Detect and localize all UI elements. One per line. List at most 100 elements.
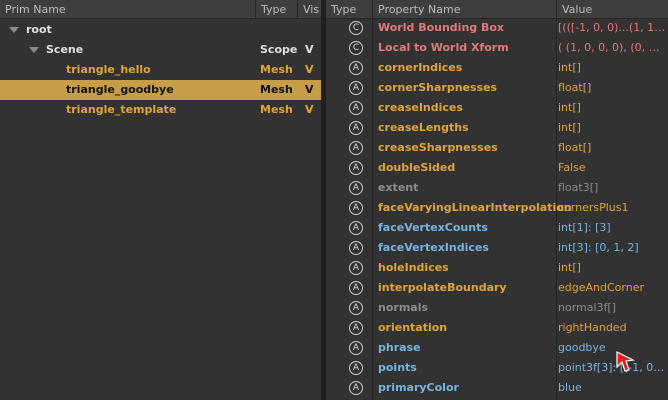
prim-tree-panel: Prim Name Type Vis root Scene Scope Vtriang…	[0, 0, 321, 400]
property-value-header[interactable]: Value	[556, 0, 668, 19]
property-name: Local to World Xform	[378, 41, 509, 54]
attribute-property-icon: A	[349, 161, 363, 175]
property-type-header[interactable]: Type	[326, 0, 372, 19]
prim-row-root[interactable]: root	[0, 20, 321, 40]
property-panel: Type Property Name Value C World Bounding…	[326, 0, 668, 400]
property-row-creasesharpnesses[interactable]: AcreaseSharpnesses float[]	[326, 138, 668, 158]
expand-arrow-icon[interactable]	[9, 27, 19, 33]
property-name: interpolateBoundary	[378, 281, 507, 294]
prim-name-header[interactable]: Prim Name	[0, 0, 255, 19]
attribute-property-icon: A	[349, 221, 363, 235]
prim-name: root	[26, 23, 52, 36]
prim-row-triangle-goodbye[interactable]: triangle_goodbye Mesh V	[0, 80, 321, 100]
property-name: faceVertexCounts	[378, 221, 488, 234]
prim-vis-toggle[interactable]: V	[305, 80, 314, 100]
prim-name: Scene	[46, 43, 84, 56]
prim-vis-toggle[interactable]: V	[305, 40, 314, 60]
property-value: float3[]	[558, 181, 599, 194]
attribute-property-icon: A	[349, 121, 363, 135]
attribute-property-icon: A	[349, 101, 363, 115]
prim-row-triangle-template[interactable]: triangle_template Mesh V	[0, 100, 321, 120]
prim-name: triangle_goodbye	[66, 83, 174, 96]
prim-vis-header[interactable]: Vis	[297, 0, 321, 19]
property-name: creaseIndices	[378, 101, 463, 114]
property-value: cornersPlus1	[558, 201, 629, 214]
property-value: False	[558, 161, 586, 174]
attribute-property-icon: A	[349, 321, 363, 335]
prim-type: Mesh	[260, 63, 293, 76]
computed-property-icon: C	[349, 41, 363, 55]
attribute-property-icon: A	[349, 61, 363, 75]
property-row-interpolateboundary[interactable]: AinterpolateBoundary edgeAndCorner	[326, 278, 668, 298]
attribute-property-icon: A	[349, 201, 363, 215]
property-value: rightHanded	[558, 321, 627, 334]
attribute-property-icon: A	[349, 381, 363, 395]
prim-name: triangle_hello	[66, 63, 151, 76]
prim-vis-toggle[interactable]: V	[305, 100, 314, 120]
property-row-holeindices[interactable]: AholeIndices int[]	[326, 258, 668, 278]
prim-name: triangle_template	[66, 103, 177, 116]
prim-type-header[interactable]: Type	[255, 0, 297, 19]
property-name: creaseSharpnesses	[378, 141, 498, 154]
property-row-cornersharpnesses[interactable]: AcornerSharpnesses float[]	[326, 78, 668, 98]
property-name: cornerIndices	[378, 61, 463, 74]
property-row-local-to-world-xform[interactable]: C Local to World Xform ( (1, 0, 0, 0), (0,…	[326, 38, 668, 58]
property-value: edgeAndCorner	[558, 281, 644, 294]
property-row-creaseindices[interactable]: AcreaseIndices int[]	[326, 98, 668, 118]
property-row-primarycolor[interactable]: AprimaryColor blue	[326, 378, 668, 398]
property-value: int[]	[558, 101, 581, 114]
property-row-extent[interactable]: Aextent float3[]	[326, 178, 668, 198]
usdview-window: Prim Name Type Vis root Scene Scope Vtriang…	[0, 0, 668, 400]
property-name-header[interactable]: Property Name	[372, 0, 556, 19]
property-value: goodbye	[558, 341, 606, 354]
property-value: blue	[558, 381, 582, 394]
property-row-normals[interactable]: Anormals normal3f[]	[326, 298, 668, 318]
property-value: point3f[3]: [(-1, 0, 0), ...]	[558, 361, 666, 374]
property-name: holeIndices	[378, 261, 449, 274]
property-value: int[]	[558, 121, 581, 134]
expand-arrow-icon[interactable]	[29, 47, 39, 53]
property-row-doublesided[interactable]: AdoubleSided False	[326, 158, 668, 178]
attribute-property-icon: A	[349, 181, 363, 195]
attribute-property-icon: A	[349, 241, 363, 255]
property-name: doubleSided	[378, 161, 456, 174]
property-row-creaselengths[interactable]: AcreaseLengths int[]	[326, 118, 668, 138]
property-name: points	[378, 361, 417, 374]
property-name: creaseLengths	[378, 121, 469, 134]
property-value: int[]	[558, 61, 581, 74]
prim-vis-toggle[interactable]: V	[305, 60, 314, 80]
property-row-world-bounding-box[interactable]: C World Bounding Box [(([-1, 0, 0)...(1, 1…	[326, 18, 668, 38]
red-pointer-cursor-icon	[616, 351, 635, 372]
property-value: normal3f[]	[558, 301, 616, 314]
attribute-property-icon: A	[349, 361, 363, 375]
property-value: ( (1, 0, 0, 0), (0, 1, 0, 0)	[558, 41, 666, 54]
attribute-property-icon: A	[349, 261, 363, 275]
attribute-property-icon: A	[349, 281, 363, 295]
property-row-orientation[interactable]: Aorientation rightHanded	[326, 318, 668, 338]
property-value: float[]	[558, 141, 592, 154]
property-name: cornerSharpnesses	[378, 81, 498, 94]
prim-type: Mesh	[260, 103, 293, 116]
property-row-facevaryinglinearinterpolation[interactable]: AfaceVaryingLinearInterpolation cornersPl…	[326, 198, 668, 218]
property-name: phrase	[378, 341, 421, 354]
property-name: normals	[378, 301, 429, 314]
attribute-property-icon: A	[349, 81, 363, 95]
property-value: [(([-1, 0, 0)...(1, 1, 0)]	[558, 21, 666, 34]
property-value: float[]	[558, 81, 592, 94]
property-value: int[3]: [0, 1, 2]	[558, 241, 639, 254]
property-value: int[1]: [3]	[558, 221, 611, 234]
prim-row-scene[interactable]: Scene Scope V	[0, 40, 321, 60]
property-row-cornerindices[interactable]: AcornerIndices int[]	[326, 58, 668, 78]
property-name: faceVaryingLinearInterpolation	[378, 201, 572, 214]
prim-row-triangle-hello[interactable]: triangle_hello Mesh V	[0, 60, 321, 80]
prim-type: Scope	[260, 43, 298, 56]
property-name: primaryColor	[378, 381, 459, 394]
property-row-facevertexindices[interactable]: AfaceVertexIndices int[3]: [0, 1, 2]	[326, 238, 668, 258]
property-value: int[]	[558, 261, 581, 274]
property-row-facevertexcounts[interactable]: AfaceVertexCounts int[1]: [3]	[326, 218, 668, 238]
prim-type: Mesh	[260, 83, 293, 96]
attribute-property-icon: A	[349, 141, 363, 155]
property-name: orientation	[378, 321, 448, 334]
property-name: World Bounding Box	[378, 21, 505, 34]
computed-property-icon: C	[349, 21, 363, 35]
